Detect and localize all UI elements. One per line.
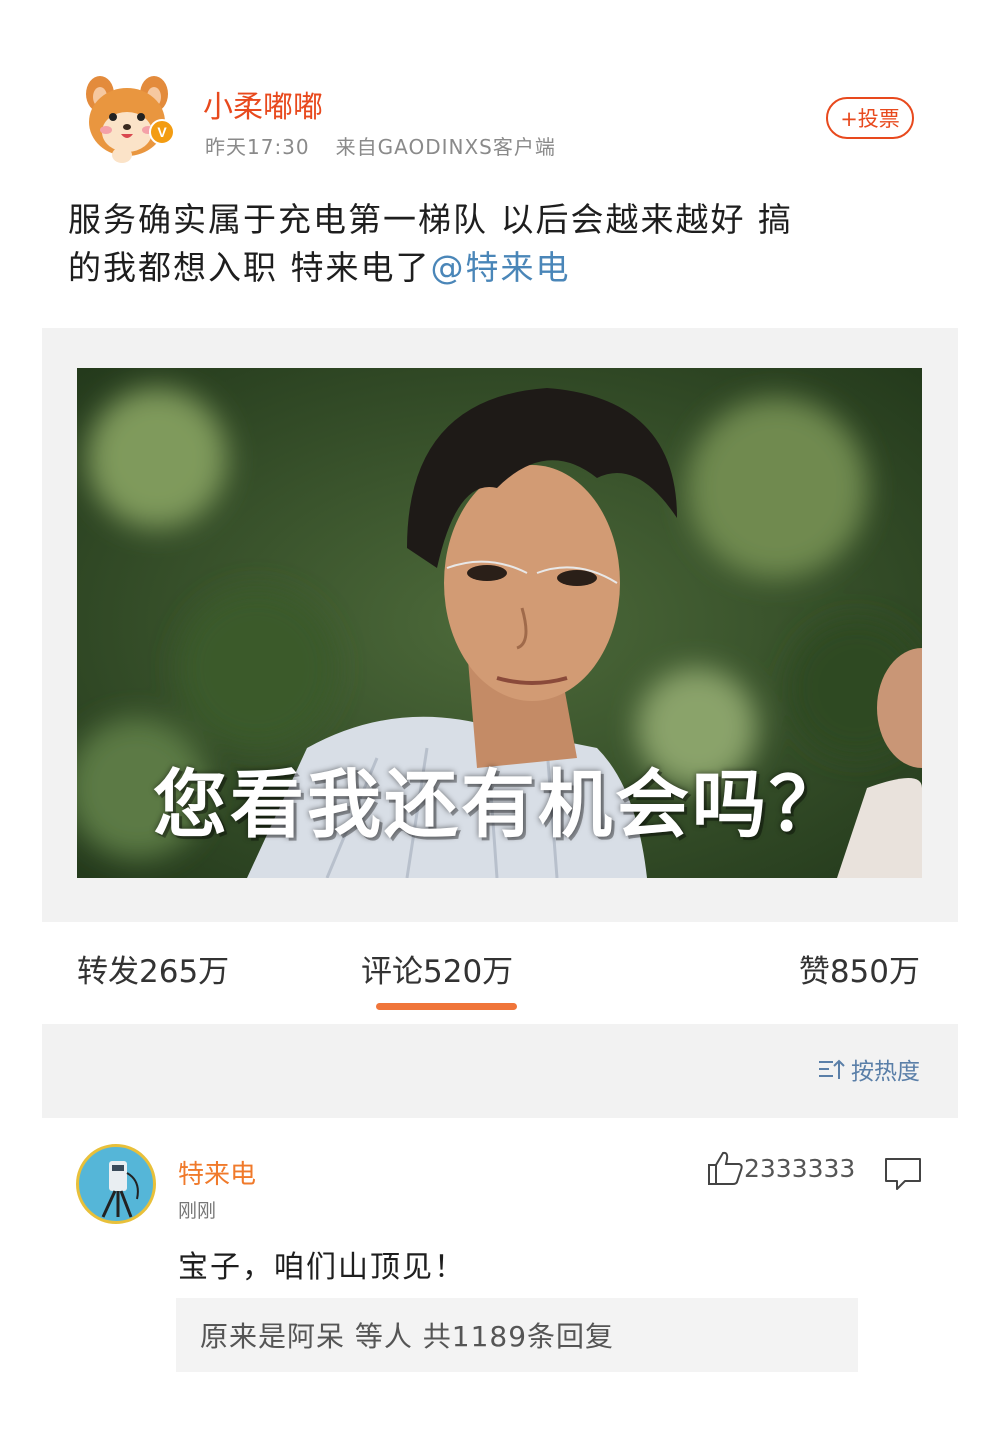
- comment-time: 刚刚: [178, 1200, 217, 1222]
- sort-label: 按热度: [851, 1059, 920, 1085]
- comment-tab[interactable]: 评论520万: [361, 946, 513, 991]
- post-text-line-1: 服务确实属于充电第一梯队 以后会越来越好 搞: [68, 200, 793, 239]
- post-image[interactable]: 您看我还有机会吗？: [77, 368, 922, 878]
- sort-icon: [819, 1059, 845, 1079]
- comment-sort-bar: 按热度: [42, 1024, 958, 1118]
- image-caption: 您看我还有机会吗？: [153, 762, 846, 848]
- post-meta: 昨天17:30 来自GAODINXS客户端: [205, 131, 556, 160]
- replies-summary[interactable]: 原来是阿呆 等人 共1189条回复: [176, 1298, 858, 1372]
- vote-button[interactable]: +投票: [826, 97, 914, 139]
- post-time: 昨天17:30: [205, 135, 310, 159]
- post-body: 服务确实属于充电第一梯队 以后会越来越好 搞 的我都想入职 特来电了@特来电: [68, 196, 940, 292]
- comment-icon: [885, 1158, 921, 1190]
- post-text-line-2: 的我都想入职 特来电了@特来电: [68, 244, 940, 292]
- comment-text: 宝子，咱们山顶见！: [178, 1250, 466, 1285]
- comment-like-button[interactable]: 2333333: [706, 1150, 855, 1186]
- thumbs-up-icon: [708, 1151, 743, 1185]
- active-tab-indicator: [376, 1003, 517, 1010]
- svg-text:V: V: [157, 124, 167, 140]
- post-text-line-2-body: 的我都想入职 特来电了: [68, 248, 431, 287]
- sort-by-hot-button[interactable]: 按热度: [817, 1052, 920, 1086]
- comment-like-count: 2333333: [744, 1153, 856, 1183]
- post-author-name[interactable]: 小柔嘟嘟: [203, 82, 323, 126]
- mention-link[interactable]: @特来电: [431, 248, 571, 287]
- user-avatar[interactable]: V: [78, 70, 176, 168]
- commenter-avatar[interactable]: [76, 1144, 156, 1224]
- verified-badge-icon: V: [149, 119, 175, 145]
- like-tab[interactable]: 赞850万: [799, 946, 920, 991]
- post-source: 来自GAODINXS客户端: [335, 135, 556, 159]
- comment-author-name[interactable]: 特来电: [178, 1154, 256, 1191]
- reply-button[interactable]: [883, 1156, 923, 1196]
- repost-tab[interactable]: 转发265万: [77, 946, 229, 991]
